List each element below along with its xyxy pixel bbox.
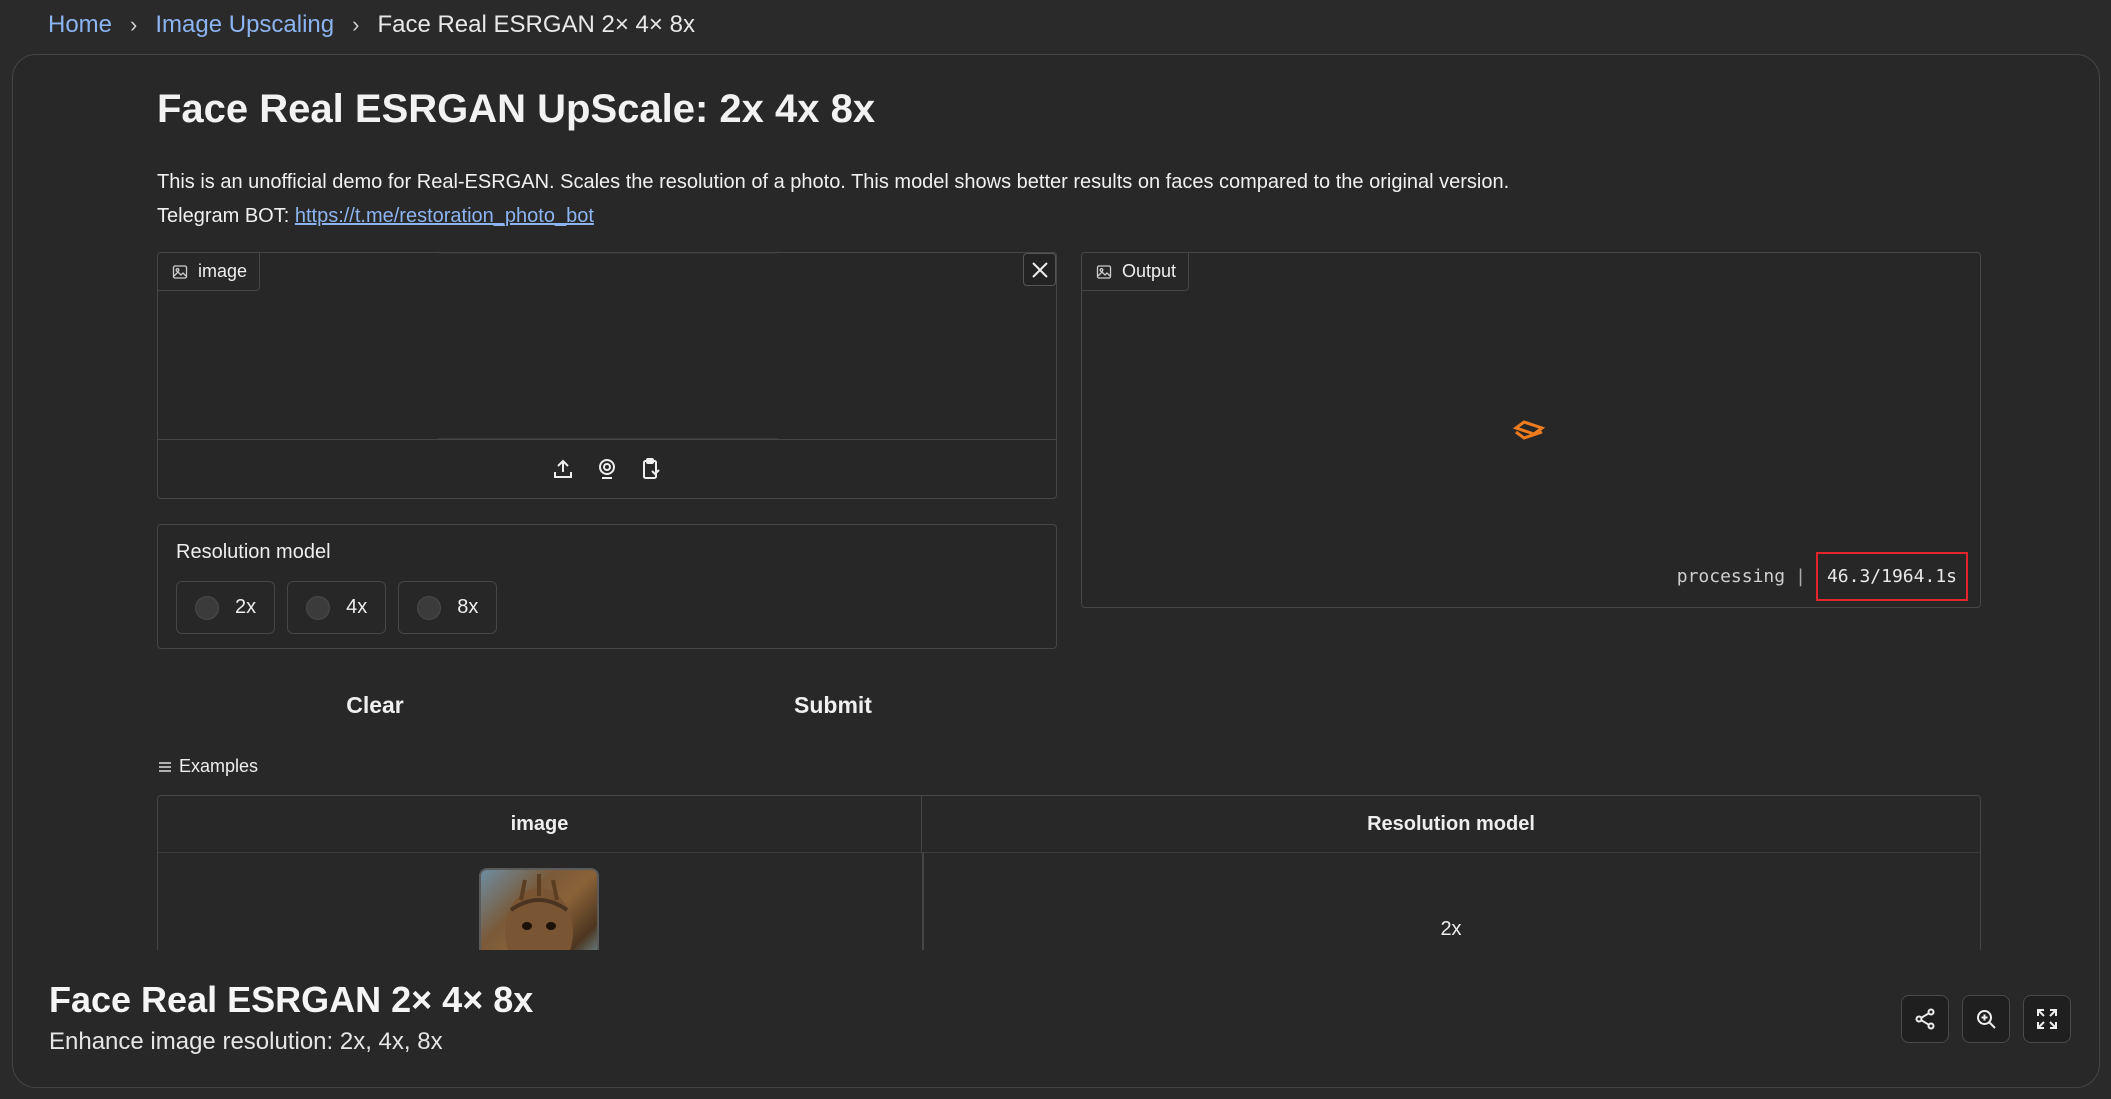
- app-description: This is an unofficial demo for Real-ESRG…: [157, 165, 1509, 233]
- telegram-line: Telegram BOT: https://t.me/restoration_p…: [157, 199, 1509, 233]
- output-label: Output: [1082, 253, 1190, 291]
- status-separator: |: [1795, 566, 1806, 587]
- breadcrumb: Home › Image Upscaling › Face Real ESRGA…: [48, 8, 695, 42]
- groot-face-image: [505, 874, 573, 950]
- radio-circle[interactable]: [195, 595, 219, 620]
- examples-header: Examples: [157, 756, 258, 777]
- submit-button[interactable]: Submit: [609, 675, 1057, 735]
- image-input-label: image: [158, 253, 261, 291]
- radio-label: 2x: [235, 596, 257, 618]
- fullscreen-icon: [2037, 1009, 2057, 1029]
- share-button[interactable]: [1901, 995, 1949, 1043]
- column-header-image: image: [158, 796, 922, 853]
- image-icon: [172, 264, 188, 279]
- share-icon: [1915, 1008, 1935, 1030]
- processing-timer: 46.3/1964.1s: [1815, 552, 1968, 601]
- radio-label: 8x: [457, 596, 479, 618]
- radio-option-4x[interactable]: 4x: [287, 581, 387, 634]
- fullscreen-button[interactable]: [2023, 995, 2071, 1043]
- radio-option-8x[interactable]: 8x: [398, 581, 498, 634]
- upload-icon[interactable]: [551, 457, 575, 481]
- footer-actions: [1901, 995, 2071, 1043]
- image-input-panel[interactable]: image: [157, 252, 1057, 499]
- resolution-model-group: Resolution model 2x 4x 8x: [157, 524, 1057, 649]
- breadcrumb-category-link[interactable]: Image Upscaling: [155, 11, 334, 39]
- clear-button[interactable]: Clear: [157, 675, 593, 735]
- telegram-link[interactable]: https://t.me/restoration_photo_bot: [295, 205, 594, 227]
- image-drop-area[interactable]: [438, 253, 778, 439]
- app-embed: Face Real ESRGAN UpScale: 2x 4x 8x This …: [145, 55, 1981, 950]
- radio-circle[interactable]: [417, 595, 442, 620]
- examples-label: Examples: [179, 756, 259, 776]
- breadcrumb-current: Face Real ESRGAN 2× 4× 8x: [377, 11, 695, 38]
- breadcrumb-chevron-icon: ›: [352, 12, 360, 37]
- app-title: Face Real ESRGAN UpScale: 2x 4x 8x: [157, 87, 876, 131]
- image-input-label-text: image: [198, 261, 248, 281]
- space-title: Face Real ESRGAN 2× 4× 8x: [49, 979, 534, 1020]
- radio-label: 4x: [346, 596, 368, 618]
- zoom-in-icon: [1977, 1010, 1996, 1029]
- output-label-text: Output: [1122, 261, 1177, 281]
- zoom-button[interactable]: [1962, 995, 2010, 1043]
- example-thumbnail[interactable]: [479, 868, 599, 950]
- close-icon: [1031, 261, 1048, 278]
- description-text: This is an unofficial demo for Real-ESRG…: [157, 171, 1510, 193]
- clear-image-button[interactable]: [1023, 253, 1056, 286]
- column-header-resolution: Resolution model: [922, 796, 1980, 853]
- processing-text: processing: [1676, 566, 1786, 587]
- webcam-icon[interactable]: [595, 457, 619, 481]
- list-icon: [159, 761, 171, 772]
- app-card: Face Real ESRGAN UpScale: 2x 4x 8x This …: [12, 54, 2100, 1088]
- radio-option-2x[interactable]: 2x: [176, 581, 276, 634]
- clipboard-icon[interactable]: [639, 457, 663, 481]
- image-icon: [1096, 264, 1112, 279]
- telegram-prefix: Telegram BOT:: [157, 205, 295, 227]
- resolution-model-label: Resolution model: [176, 541, 331, 563]
- space-subtitle: Enhance image resolution: 2x, 4x, 8x: [49, 1028, 443, 1055]
- loading-spinner-icon: [1512, 420, 1546, 440]
- resolution-options: 2x 4x 8x: [176, 581, 498, 634]
- radio-circle[interactable]: [306, 595, 331, 620]
- image-source-toolbar: [158, 439, 1056, 498]
- breadcrumb-chevron-icon: ›: [130, 12, 138, 37]
- output-panel: Output processing | 46.3/1964.1s: [1081, 252, 1981, 608]
- examples-table: image Resolution model 2x: [157, 795, 1981, 950]
- example-resolution-cell[interactable]: 2x: [922, 918, 1980, 941]
- processing-status: processing | 46.3/1964.1s: [1677, 552, 1968, 601]
- breadcrumb-home-link[interactable]: Home: [48, 11, 112, 39]
